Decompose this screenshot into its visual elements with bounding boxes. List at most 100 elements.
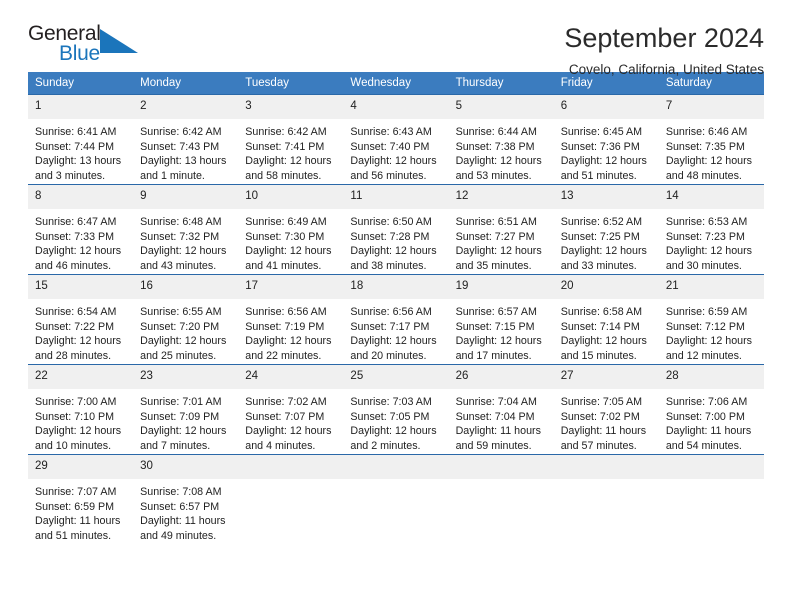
day-number: 18 (343, 275, 449, 299)
day-cell[interactable]: 9 Sunrise: 6:48 AM Sunset: 7:32 PM Daylight… (133, 184, 239, 275)
day-cell[interactable]: 12 Sunrise: 6:51 AM Sunset: 7:27 PM Dayligh… (448, 184, 554, 275)
day-number (658, 455, 764, 479)
daylight-text-line2: and 57 minutes. (560, 439, 637, 452)
day-cell[interactable]: 1 Sunrise: 6:41 AM Sunset: 7:44 PM Daylight… (28, 94, 134, 185)
daylight-text-line1: Daylight: 12 hours (665, 155, 752, 168)
sunset-text: Sunset: 7:09 PM (140, 410, 220, 423)
day-cell[interactable]: 3 Sunrise: 6:42 AM Sunset: 7:41 PM Daylight… (238, 94, 344, 185)
day-number (553, 455, 659, 479)
sunrise-text: Sunrise: 6:42 AM (140, 126, 222, 138)
sunset-text: Sunset: 7:40 PM (350, 140, 430, 153)
daylight-text-line1: Daylight: 12 hours (455, 245, 542, 258)
sunrise-text: Sunrise: 6:59 AM (665, 306, 748, 318)
daylight-text-line2: and 28 minutes. (35, 349, 112, 362)
day-number: 16 (133, 275, 239, 299)
daylight-text-line1: Daylight: 12 hours (245, 335, 332, 348)
day-cell[interactable]: 25 Sunrise: 7:03 AM Sunset: 7:05 PM Dayligh… (343, 364, 449, 455)
day-cell[interactable]: 29 Sunrise: 7:07 AM Sunset: 6:59 PM Dayligh… (28, 454, 134, 544)
daylight-text-line1: Daylight: 11 hours (560, 425, 647, 438)
day-cell[interactable]: 22 Sunrise: 7:00 AM Sunset: 7:10 PM Dayligh… (28, 364, 134, 455)
day-cell[interactable]: 19 Sunrise: 6:57 AM Sunset: 7:15 PM Dayligh… (448, 274, 554, 365)
daylight-text-line1: Daylight: 11 hours (665, 425, 752, 438)
sunrise-text: Sunrise: 6:55 AM (140, 306, 222, 318)
daylight-text-line1: Daylight: 12 hours (455, 155, 542, 168)
day-cell[interactable]: 21 Sunrise: 6:59 AM Sunset: 7:12 PM Dayligh… (658, 274, 764, 365)
daylight-text-line1: Daylight: 12 hours (35, 245, 122, 258)
day-number: 23 (133, 365, 239, 389)
sunrise-text: Sunrise: 6:49 AM (245, 216, 327, 228)
day-number: 9 (133, 185, 239, 209)
day-cell[interactable]: 20 Sunrise: 6:58 AM Sunset: 7:14 PM Dayligh… (553, 274, 659, 365)
sunrise-text: Sunrise: 6:57 AM (455, 306, 537, 318)
day-number: 5 (448, 95, 554, 119)
day-cell[interactable]: 28 Sunrise: 7:06 AM Sunset: 7:00 PM Dayligh… (658, 364, 764, 455)
day-number (448, 455, 554, 479)
day-cell[interactable]: 5 Sunrise: 6:44 AM Sunset: 7:38 PM Daylight… (448, 94, 554, 185)
sunset-text: Sunset: 7:36 PM (560, 140, 640, 153)
day-details: Sunrise: 6:44 AM Sunset: 7:38 PM Daylight:… (449, 119, 554, 183)
day-cell[interactable]: 23 Sunrise: 7:01 AM Sunset: 7:09 PM Dayligh… (133, 364, 239, 455)
day-cell[interactable]: 10 Sunrise: 6:49 AM Sunset: 7:30 PM Dayligh… (238, 184, 344, 275)
general-blue-logo[interactable]: General Blue (28, 22, 148, 70)
day-cell[interactable]: 8 Sunrise: 6:47 AM Sunset: 7:33 PM Daylight… (28, 184, 134, 275)
day-cell[interactable]: 27 Sunrise: 7:05 AM Sunset: 7:02 PM Dayligh… (553, 364, 659, 455)
daylight-text-line2: and 53 minutes. (455, 169, 532, 182)
daylight-text-line2: and 35 minutes. (455, 259, 532, 272)
sunset-text: Sunset: 7:28 PM (350, 230, 430, 243)
day-number: 6 (553, 95, 659, 119)
sunset-text: Sunset: 7:35 PM (665, 140, 745, 153)
sunrise-text: Sunrise: 7:05 AM (560, 396, 643, 408)
day-number: 12 (448, 185, 554, 209)
day-cell[interactable]: 16 Sunrise: 6:55 AM Sunset: 7:20 PM Dayligh… (133, 274, 239, 365)
sunset-text: Sunset: 7:43 PM (140, 140, 220, 153)
daylight-text-line2: and 48 minutes. (665, 169, 742, 182)
sunrise-text: Sunrise: 6:54 AM (35, 306, 117, 318)
day-cell[interactable]: 26 Sunrise: 7:04 AM Sunset: 7:04 PM Dayligh… (448, 364, 554, 455)
day-number: 4 (343, 95, 449, 119)
day-cell-empty (343, 454, 449, 544)
day-number: 15 (28, 275, 134, 299)
day-cell[interactable]: 6 Sunrise: 6:45 AM Sunset: 7:36 PM Daylight… (553, 94, 659, 185)
day-cell[interactable]: 11 Sunrise: 6:50 AM Sunset: 7:28 PM Dayligh… (343, 184, 449, 275)
day-number: 2 (133, 95, 239, 119)
day-details: Sunrise: 7:06 AM Sunset: 7:00 PM Daylight:… (659, 389, 764, 453)
sunrise-text: Sunrise: 6:45 AM (560, 126, 643, 138)
day-cell-empty (553, 454, 659, 544)
week-row: 1 Sunrise: 6:41 AM Sunset: 7:44 PM Daylight… (28, 94, 764, 185)
day-number: 3 (238, 95, 344, 119)
day-details: Sunrise: 6:55 AM Sunset: 7:20 PM Daylight:… (133, 299, 238, 363)
sunset-text: Sunset: 7:10 PM (35, 410, 115, 423)
day-details: Sunrise: 6:47 AM Sunset: 7:33 PM Daylight:… (28, 209, 133, 273)
day-number: 8 (28, 185, 134, 209)
daylight-text-line2: and 1 minute. (140, 169, 205, 182)
day-cell[interactable]: 2 Sunrise: 6:42 AM Sunset: 7:43 PM Daylight… (133, 94, 239, 185)
day-cell[interactable]: 15 Sunrise: 6:54 AM Sunset: 7:22 PM Dayligh… (28, 274, 134, 365)
daylight-text-line1: Daylight: 12 hours (350, 245, 437, 258)
day-cell-empty (448, 454, 554, 544)
sunrise-text: Sunrise: 6:53 AM (665, 216, 748, 228)
sunset-text: Sunset: 7:20 PM (140, 320, 220, 333)
daylight-text-line2: and 7 minutes. (140, 439, 211, 452)
sunset-text: Sunset: 7:23 PM (665, 230, 745, 243)
daylight-text-line1: Daylight: 12 hours (140, 425, 227, 438)
daylight-text-line2: and 59 minutes. (455, 439, 532, 452)
week-row: 22 Sunrise: 7:00 AM Sunset: 7:10 PM Dayligh… (28, 364, 764, 455)
day-number: 22 (28, 365, 134, 389)
day-cell[interactable]: 30 Sunrise: 7:08 AM Sunset: 6:57 PM Dayligh… (133, 454, 239, 544)
daylight-text-line2: and 33 minutes. (560, 259, 637, 272)
day-cell[interactable]: 13 Sunrise: 6:52 AM Sunset: 7:25 PM Dayligh… (553, 184, 659, 275)
sunset-text: Sunset: 7:07 PM (245, 410, 325, 423)
day-cell[interactable]: 18 Sunrise: 6:56 AM Sunset: 7:17 PM Dayligh… (343, 274, 449, 365)
daylight-text-line2: and 17 minutes. (455, 349, 532, 362)
day-cell[interactable]: 24 Sunrise: 7:02 AM Sunset: 7:07 PM Dayligh… (238, 364, 344, 455)
day-cell[interactable]: 14 Sunrise: 6:53 AM Sunset: 7:23 PM Dayligh… (658, 184, 764, 275)
day-cell[interactable]: 7 Sunrise: 6:46 AM Sunset: 7:35 PM Daylight… (658, 94, 764, 185)
day-cell[interactable]: 4 Sunrise: 6:43 AM Sunset: 7:40 PM Daylight… (343, 94, 449, 185)
day-cell[interactable]: 17 Sunrise: 6:56 AM Sunset: 7:19 PM Dayligh… (238, 274, 344, 365)
weekday-header-thursday: Thursday (448, 72, 554, 95)
daylight-text-line1: Daylight: 12 hours (560, 335, 647, 348)
sunset-text: Sunset: 7:00 PM (665, 410, 745, 423)
sunrise-text: Sunrise: 6:47 AM (35, 216, 117, 228)
day-details: Sunrise: 6:54 AM Sunset: 7:22 PM Daylight:… (28, 299, 133, 363)
day-number: 10 (238, 185, 344, 209)
